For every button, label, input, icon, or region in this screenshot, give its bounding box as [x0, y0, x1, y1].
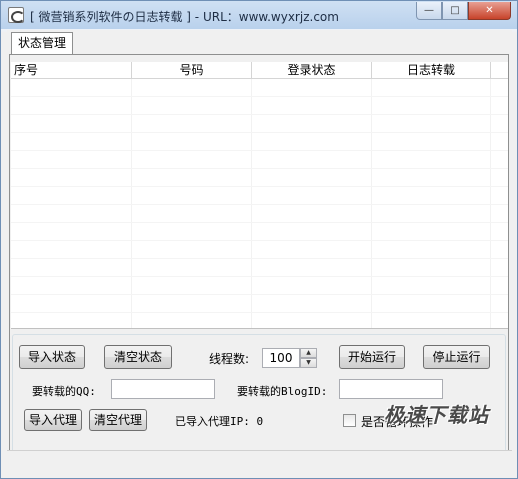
controls-group: 导入状态 清空状态 线程数: 100 ▲ ▼ 开始运行 停止运行 要转载的QQ:…: [12, 334, 506, 459]
thread-count-input[interactable]: 100: [262, 348, 300, 368]
column-header-login-status[interactable]: 登录状态: [252, 62, 372, 79]
stop-button[interactable]: 停止运行: [423, 345, 490, 369]
table-body: [11, 79, 508, 328]
thread-count-label: 线程数:: [209, 352, 250, 366]
maximize-button[interactable]: □: [442, 2, 468, 20]
table-row-gridline: [11, 294, 508, 295]
table-row-gridline: [11, 150, 508, 151]
loop-checkbox[interactable]: [343, 414, 356, 427]
app-window: [ 微营销系列软件の日志转载 ] - URL：www.wyxrjz.com — …: [0, 0, 518, 479]
minimize-icon: —: [424, 5, 434, 16]
table-row-gridline: [11, 276, 508, 277]
import-proxy-button[interactable]: 导入代理: [24, 409, 82, 431]
results-table[interactable]: 序号 号码 登录状态 日志转载: [11, 62, 508, 329]
blogid-label: 要转载的BlogID:: [237, 385, 328, 398]
close-icon: ✕: [485, 5, 494, 16]
thread-count-stepper[interactable]: ▲ ▼: [300, 348, 317, 368]
app-icon: [8, 7, 25, 23]
table-row-gridline: [11, 222, 508, 223]
stepper-down-icon[interactable]: ▼: [300, 358, 317, 368]
watermark-logo: 极速下载站: [384, 403, 489, 427]
table-row-gridline: [11, 132, 508, 133]
window-title: [ 微营销系列软件の日志转载 ] - URL：www.wyxrjz.com: [30, 10, 339, 24]
table-row-gridline: [11, 96, 508, 97]
table-row-gridline: [11, 186, 508, 187]
table-row-gridline: [11, 258, 508, 259]
table-row-gridline: [11, 312, 508, 313]
table-row-gridline: [11, 168, 508, 169]
table-header: 序号 号码 登录状态 日志转载: [11, 62, 508, 79]
tab-status-management[interactable]: 状态管理: [11, 32, 74, 54]
title-bar[interactable]: [ 微营销系列软件の日志转载 ] - URL：www.wyxrjz.com — …: [1, 1, 517, 29]
maximize-icon: □: [450, 5, 460, 16]
minimize-button[interactable]: —: [416, 2, 442, 20]
table-row-gridline: [11, 240, 508, 241]
column-header-index[interactable]: 序号: [11, 62, 132, 79]
status-bar: [7, 450, 512, 473]
clear-proxy-button[interactable]: 清空代理: [89, 409, 147, 431]
imported-proxy-count: 已导入代理IP: 0: [175, 415, 264, 428]
start-button[interactable]: 开始运行: [339, 345, 405, 369]
table-row-gridline: [11, 204, 508, 205]
close-button[interactable]: ✕: [468, 2, 511, 20]
import-status-button[interactable]: 导入状态: [19, 345, 85, 369]
table-row-gridline: [11, 114, 508, 115]
stepper-up-icon[interactable]: ▲: [300, 348, 317, 358]
window-controls: — □ ✕: [416, 2, 511, 20]
column-header-blog-repost[interactable]: 日志转载: [372, 62, 491, 79]
column-header-number[interactable]: 号码: [132, 62, 252, 79]
blogid-input[interactable]: [339, 379, 443, 399]
qq-input[interactable]: [111, 379, 215, 399]
clear-status-button[interactable]: 清空状态: [104, 345, 172, 369]
qq-label: 要转载的QQ:: [32, 385, 96, 398]
